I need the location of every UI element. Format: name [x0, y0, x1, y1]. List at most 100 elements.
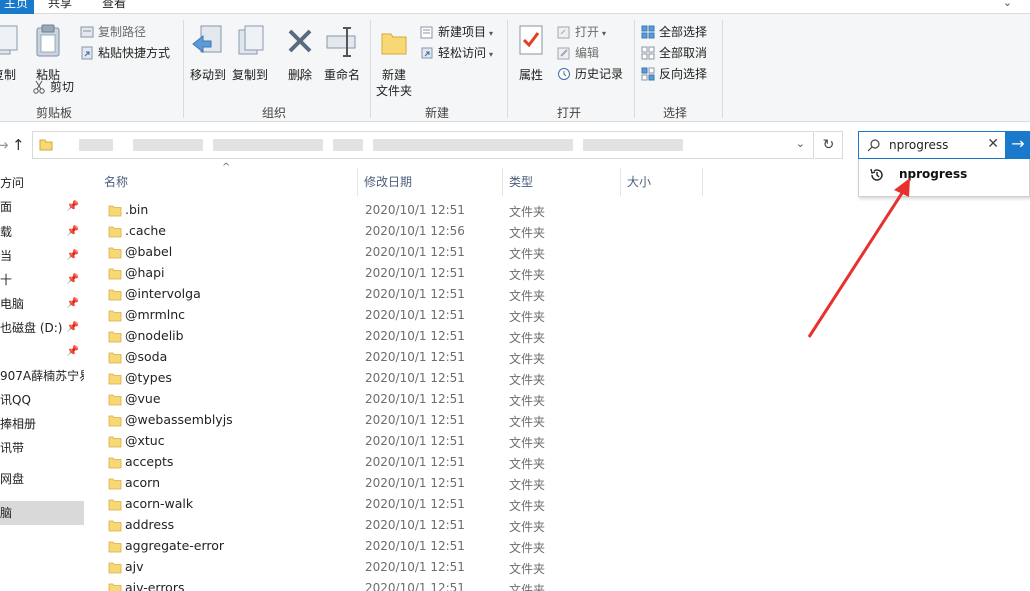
nav-item[interactable]: 📌: [0, 340, 84, 364]
file-row[interactable]: .cache 2020/10/1 12:56 文件夹: [86, 221, 706, 242]
file-name: @nodelib: [125, 328, 184, 343]
file-row[interactable]: @types 2020/10/1 12:51 文件夹: [86, 368, 706, 389]
file-row[interactable]: @nodelib 2020/10/1 12:51 文件夹: [86, 326, 706, 347]
refresh-icon: ↻: [822, 137, 835, 153]
file-type: 文件夹: [509, 457, 546, 471]
file-row[interactable]: ajv-errors 2020/10/1 12:51 文件夹: [86, 578, 706, 591]
pin-icon[interactable]: 📌: [67, 195, 79, 219]
file-row[interactable]: ajv 2020/10/1 12:51 文件夹: [86, 557, 706, 578]
history-icon: [558, 68, 570, 80]
close-icon[interactable]: ✕: [987, 136, 999, 152]
nav-item[interactable]: 907A薛楠苏宁易: [0, 364, 84, 388]
file-date: 2020/10/1 12:51: [365, 371, 465, 385]
file-row[interactable]: @intervolga 2020/10/1 12:51 文件夹: [86, 284, 706, 305]
search-go-button[interactable]: →: [1006, 131, 1030, 159]
nav-item[interactable]: 载 📌: [0, 220, 84, 244]
group-divider: [722, 20, 723, 118]
invert-selection-button[interactable]: 反向选择: [639, 64, 707, 84]
cut-button[interactable]: 剪切: [30, 77, 74, 97]
nav-item[interactable]: 也磁盘 (D:) 📌: [0, 316, 84, 340]
file-row[interactable]: @webassemblyjs 2020/10/1 12:51 文件夹: [86, 410, 706, 431]
folder-icon: [108, 415, 122, 427]
file-type: 文件夹: [509, 226, 546, 240]
file-row[interactable]: @hapi 2020/10/1 12:51 文件夹: [86, 263, 706, 284]
easy-access-button[interactable]: 轻松访问 ▾: [418, 43, 493, 63]
select-none-button[interactable]: 全部取消: [639, 43, 707, 63]
file-row[interactable]: @babel 2020/10/1 12:51 文件夹: [86, 242, 706, 263]
file-row[interactable]: aggregate-error 2020/10/1 12:51 文件夹: [86, 536, 706, 557]
edit-button[interactable]: 编辑: [555, 43, 599, 63]
file-row[interactable]: acorn-walk 2020/10/1 12:51 文件夹: [86, 494, 706, 515]
pin-icon[interactable]: 📌: [67, 268, 79, 292]
pin-icon[interactable]: 📌: [67, 244, 79, 268]
nav-item[interactable]: 方问: [0, 171, 84, 195]
copy-path-button[interactable]: 复制路径: [78, 22, 146, 42]
paste-shortcut-label: 粘贴快捷方式: [98, 46, 171, 60]
back-arrow-icon[interactable]: →: [0, 136, 9, 154]
nav-item-label: 捧相册: [0, 417, 37, 431]
column-header-type[interactable]: 类型: [503, 168, 621, 196]
file-row[interactable]: @mrmlnc 2020/10/1 12:51 文件夹: [86, 305, 706, 326]
address-bar[interactable]: ⌄: [32, 131, 814, 159]
nav-item[interactable]: 十 📌: [0, 268, 84, 292]
nav-item[interactable]: 网盘: [0, 467, 84, 491]
history-button[interactable]: 历史记录: [555, 64, 623, 84]
file-row[interactable]: @vue 2020/10/1 12:51 文件夹: [86, 389, 706, 410]
chevron-down-icon[interactable]: ⌄: [1003, 0, 1012, 9]
file-name: @types: [125, 370, 172, 385]
tab-view[interactable]: 查看: [94, 0, 134, 14]
file-name: @hapi: [125, 265, 165, 280]
column-header-name[interactable]: 名称: [98, 168, 358, 196]
pin-icon[interactable]: 📌: [67, 292, 79, 316]
paste-shortcut-button[interactable]: 粘贴快捷方式: [78, 43, 170, 63]
search-input[interactable]: [889, 133, 985, 157]
nav-item[interactable]: 面 📌: [0, 195, 84, 219]
file-type: 文件夹: [509, 499, 546, 513]
file-row[interactable]: acorn 2020/10/1 12:51 文件夹: [86, 473, 706, 494]
scissors-icon: [33, 80, 45, 94]
column-header-size[interactable]: 大小: [621, 168, 703, 196]
group-divider: [370, 20, 371, 118]
file-row[interactable]: address 2020/10/1 12:51 文件夹: [86, 515, 706, 536]
open-button[interactable]: 打开 ▾: [555, 22, 606, 42]
tab-home[interactable]: 主页: [0, 0, 34, 14]
nav-item-label: 十: [0, 273, 13, 287]
file-type: 文件夹: [509, 331, 546, 345]
pin-icon[interactable]: 📌: [67, 220, 79, 244]
file-date: 2020/10/1 12:51: [365, 203, 465, 217]
chevron-down-icon[interactable]: ⌄: [796, 137, 805, 150]
file-name: @mrmlnc: [125, 307, 186, 322]
nav-item[interactable]: 捧相册: [0, 412, 84, 436]
file-row[interactable]: accepts 2020/10/1 12:51 文件夹: [86, 452, 706, 473]
file-date: 2020/10/1 12:51: [365, 581, 465, 591]
up-arrow-icon[interactable]: ↑: [12, 136, 25, 154]
file-type: 文件夹: [509, 289, 546, 303]
group-divider: [183, 20, 184, 118]
file-date: 2020/10/1 12:51: [365, 392, 465, 406]
nav-item[interactable]: 讯带: [0, 436, 84, 460]
file-row[interactable]: @xtuc 2020/10/1 12:51 文件夹: [86, 431, 706, 452]
nav-item[interactable]: 电脑 📌: [0, 292, 84, 316]
pin-icon[interactable]: 📌: [67, 340, 79, 364]
file-row[interactable]: .bin 2020/10/1 12:51 文件夹: [86, 200, 706, 221]
pin-icon[interactable]: 📌: [67, 316, 79, 340]
nav-item[interactable]: 讯QQ: [0, 388, 84, 412]
nav-item-label: 网盘: [0, 472, 25, 486]
file-type: 文件夹: [509, 268, 546, 282]
copy-to-icon: [238, 25, 264, 55]
select-all-button[interactable]: 全部选择: [639, 22, 707, 42]
file-date: 2020/10/1 12:51: [365, 413, 465, 427]
folder-icon: [108, 352, 122, 364]
new-item-button[interactable]: 新建项目 ▾: [418, 22, 493, 42]
tab-share[interactable]: 共享: [40, 0, 80, 14]
refresh-button[interactable]: ↻: [815, 131, 843, 159]
new-item-icon: [420, 26, 433, 39]
nav-item[interactable]: 当 📌: [0, 244, 84, 268]
search-suggestion-item[interactable]: nprogress: [899, 167, 967, 181]
column-header-date[interactable]: 修改日期: [358, 168, 503, 196]
file-row[interactable]: @soda 2020/10/1 12:51 文件夹: [86, 347, 706, 368]
paste-shortcut-icon: [81, 46, 93, 60]
search-box[interactable]: ✕: [858, 131, 1006, 159]
folder-icon: [108, 247, 122, 259]
nav-item[interactable]: 脑: [0, 501, 84, 525]
